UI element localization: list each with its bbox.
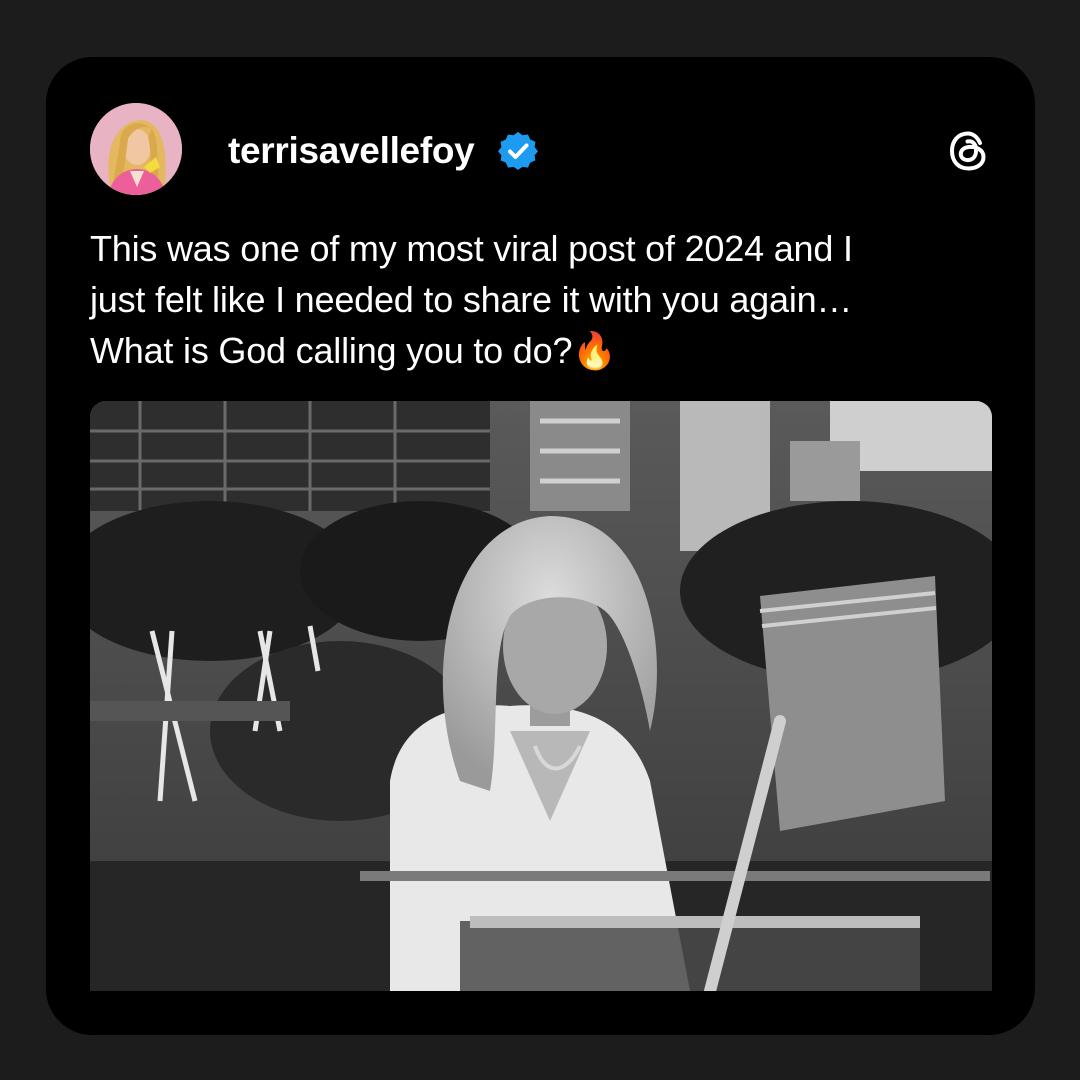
post-text-line: just felt like I needed to share it with…: [90, 279, 853, 320]
video-frame: [90, 401, 992, 991]
post-text-line: What is God calling you to do?🔥: [90, 330, 617, 371]
post-header: terrisavellefoy: [90, 103, 991, 197]
threads-post-card[interactable]: terrisavellefoy This was one of my most …: [46, 57, 1035, 1035]
avatar[interactable]: [90, 103, 182, 195]
post-text: This was one of my most viral post of 20…: [90, 223, 990, 376]
post-video[interactable]: [90, 401, 992, 991]
verified-badge-icon: [498, 131, 538, 170]
post-text-line: This was one of my most viral post of 20…: [90, 228, 853, 269]
threads-logo-icon[interactable]: [947, 129, 991, 173]
username[interactable]: terrisavellefoy: [228, 129, 475, 173]
